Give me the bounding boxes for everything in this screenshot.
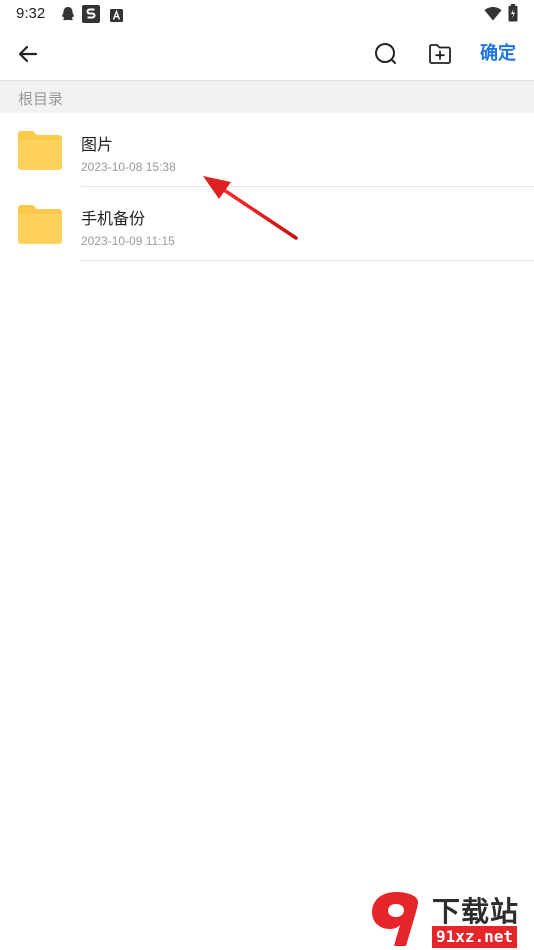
confirm-button[interactable]: 确定 xyxy=(468,40,528,68)
status-bar: 9:32 xyxy=(0,0,534,28)
status-time: 9:32 xyxy=(16,5,46,22)
folder-date: 2023-10-08 15:38 xyxy=(81,160,176,174)
app-bar: 确定 xyxy=(0,28,534,80)
breadcrumb-root-label[interactable]: 根目录 xyxy=(18,88,63,109)
a-app-icon xyxy=(110,7,123,26)
search-button[interactable] xyxy=(368,36,404,72)
watermark-url: 91xz.net xyxy=(432,926,518,948)
s-app-icon xyxy=(82,5,100,27)
folder-icon xyxy=(18,205,62,244)
folder-icon xyxy=(18,131,62,170)
folder-name: 手机备份 xyxy=(81,209,146,228)
folder-name: 图片 xyxy=(81,135,114,154)
breadcrumb: 根目录 xyxy=(0,80,534,113)
battery-charging-icon xyxy=(508,4,518,26)
folder-list: 图片 2023-10-08 15:38 手机备份 2023-10-09 11:1… xyxy=(0,113,534,261)
list-item[interactable]: 手机备份 2023-10-09 11:15 xyxy=(0,187,534,261)
search-icon xyxy=(375,43,396,64)
new-folder-icon xyxy=(429,44,451,64)
watermark-logo-icon xyxy=(372,892,418,946)
back-button[interactable] xyxy=(10,36,46,72)
arrow-left-icon xyxy=(18,45,38,63)
row-divider xyxy=(81,260,534,261)
wifi-icon xyxy=(484,6,502,25)
new-folder-button[interactable] xyxy=(422,36,458,72)
watermark-title: 下载站 xyxy=(432,895,520,928)
qq-penguin-icon xyxy=(60,6,76,26)
folder-date: 2023-10-09 11:15 xyxy=(81,234,175,248)
watermark: 下载站 91xz.net xyxy=(362,888,534,950)
list-item[interactable]: 图片 2023-10-08 15:38 xyxy=(0,113,534,187)
